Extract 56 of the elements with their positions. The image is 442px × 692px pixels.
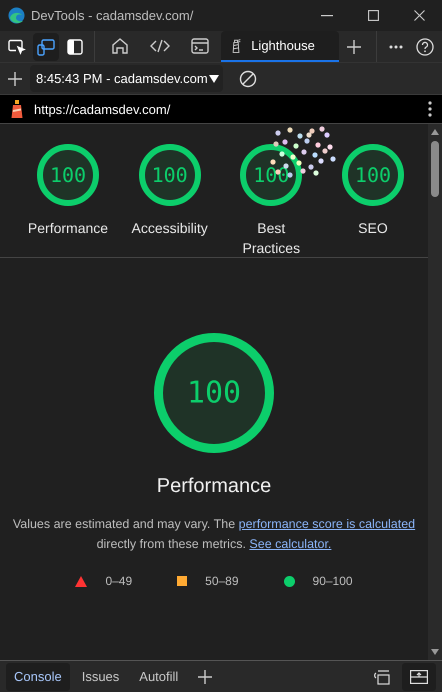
clear-icon[interactable]: [238, 70, 257, 88]
collapse-drawer-button[interactable]: [402, 662, 436, 690]
score-range: 90–100: [312, 574, 353, 588]
square-icon: [177, 576, 188, 586]
score-gauge: [138, 144, 201, 206]
scrollbar[interactable]: [428, 124, 442, 660]
drawer-tab[interactable]: Autofill: [131, 662, 186, 690]
score-value: 100: [152, 163, 188, 187]
score-value: 100: [50, 163, 86, 187]
new-report-button[interactable]: [8, 72, 22, 86]
lighthouse-tab[interactable]: Lighthouse: [221, 31, 339, 62]
score-value: 100: [186, 376, 242, 410]
score-gauge: [240, 144, 302, 206]
close-icon[interactable]: [414, 10, 424, 21]
device-icon: [37, 38, 56, 56]
drawer-tab[interactable]: Console: [6, 662, 70, 690]
score-description: Values are estimated and may vary. The performance score is calculated directly from these metrics. See calculator.: [12, 516, 416, 553]
score-gauge: [37, 144, 99, 206]
code-icon: [150, 38, 170, 54]
dock-icon: [66, 38, 83, 54]
more-icon[interactable]: [428, 101, 432, 117]
score-label: Best Practices: [242, 219, 302, 258]
score-value: 100: [253, 163, 290, 187]
maximize-icon[interactable]: [368, 10, 378, 21]
scroll-down-icon[interactable]: [431, 649, 439, 655]
inspect-icon: [8, 38, 26, 54]
lighthouse-logo-icon: [10, 99, 24, 119]
triangle-icon: [75, 576, 88, 586]
report-dropdown[interactable]: 8:45:43 PM - cadamsdev.com: [30, 65, 223, 92]
minimize-icon[interactable]: [321, 14, 333, 16]
score-label: SEO: [357, 219, 389, 238]
plus-icon: [198, 670, 212, 684]
score-link[interactable]: performance score is calculated: [238, 517, 416, 531]
scroll-thumb[interactable]: [431, 141, 439, 197]
calculator-link[interactable]: See calculator.: [249, 537, 332, 551]
score-label: Performance: [26, 219, 110, 238]
section-title: Performance: [156, 475, 272, 498]
plus-icon: [8, 72, 22, 86]
home-icon: [111, 36, 130, 54]
score-value: 100: [354, 163, 392, 187]
drawer-tab[interactable]: Issues: [74, 662, 128, 690]
score-range: 50–89: [205, 574, 239, 588]
window-title: DevTools - cadamsdev.com/: [31, 8, 194, 23]
report-url: https://cadamsdev.com/: [34, 102, 172, 116]
circle-icon: [284, 576, 295, 586]
score-label: Accessibility: [130, 219, 209, 238]
panel-icon: [410, 670, 428, 684]
device-button[interactable]: [32, 32, 60, 60]
browser-logo-icon: [8, 7, 25, 24]
console-icon: [191, 36, 210, 54]
scroll-up-icon[interactable]: [431, 129, 439, 135]
score-range: 0–49: [105, 574, 132, 588]
caret-icon: [208, 74, 219, 82]
score-gauge: [342, 144, 404, 206]
plus-icon: [347, 40, 362, 54]
dock-icon: [372, 668, 390, 684]
